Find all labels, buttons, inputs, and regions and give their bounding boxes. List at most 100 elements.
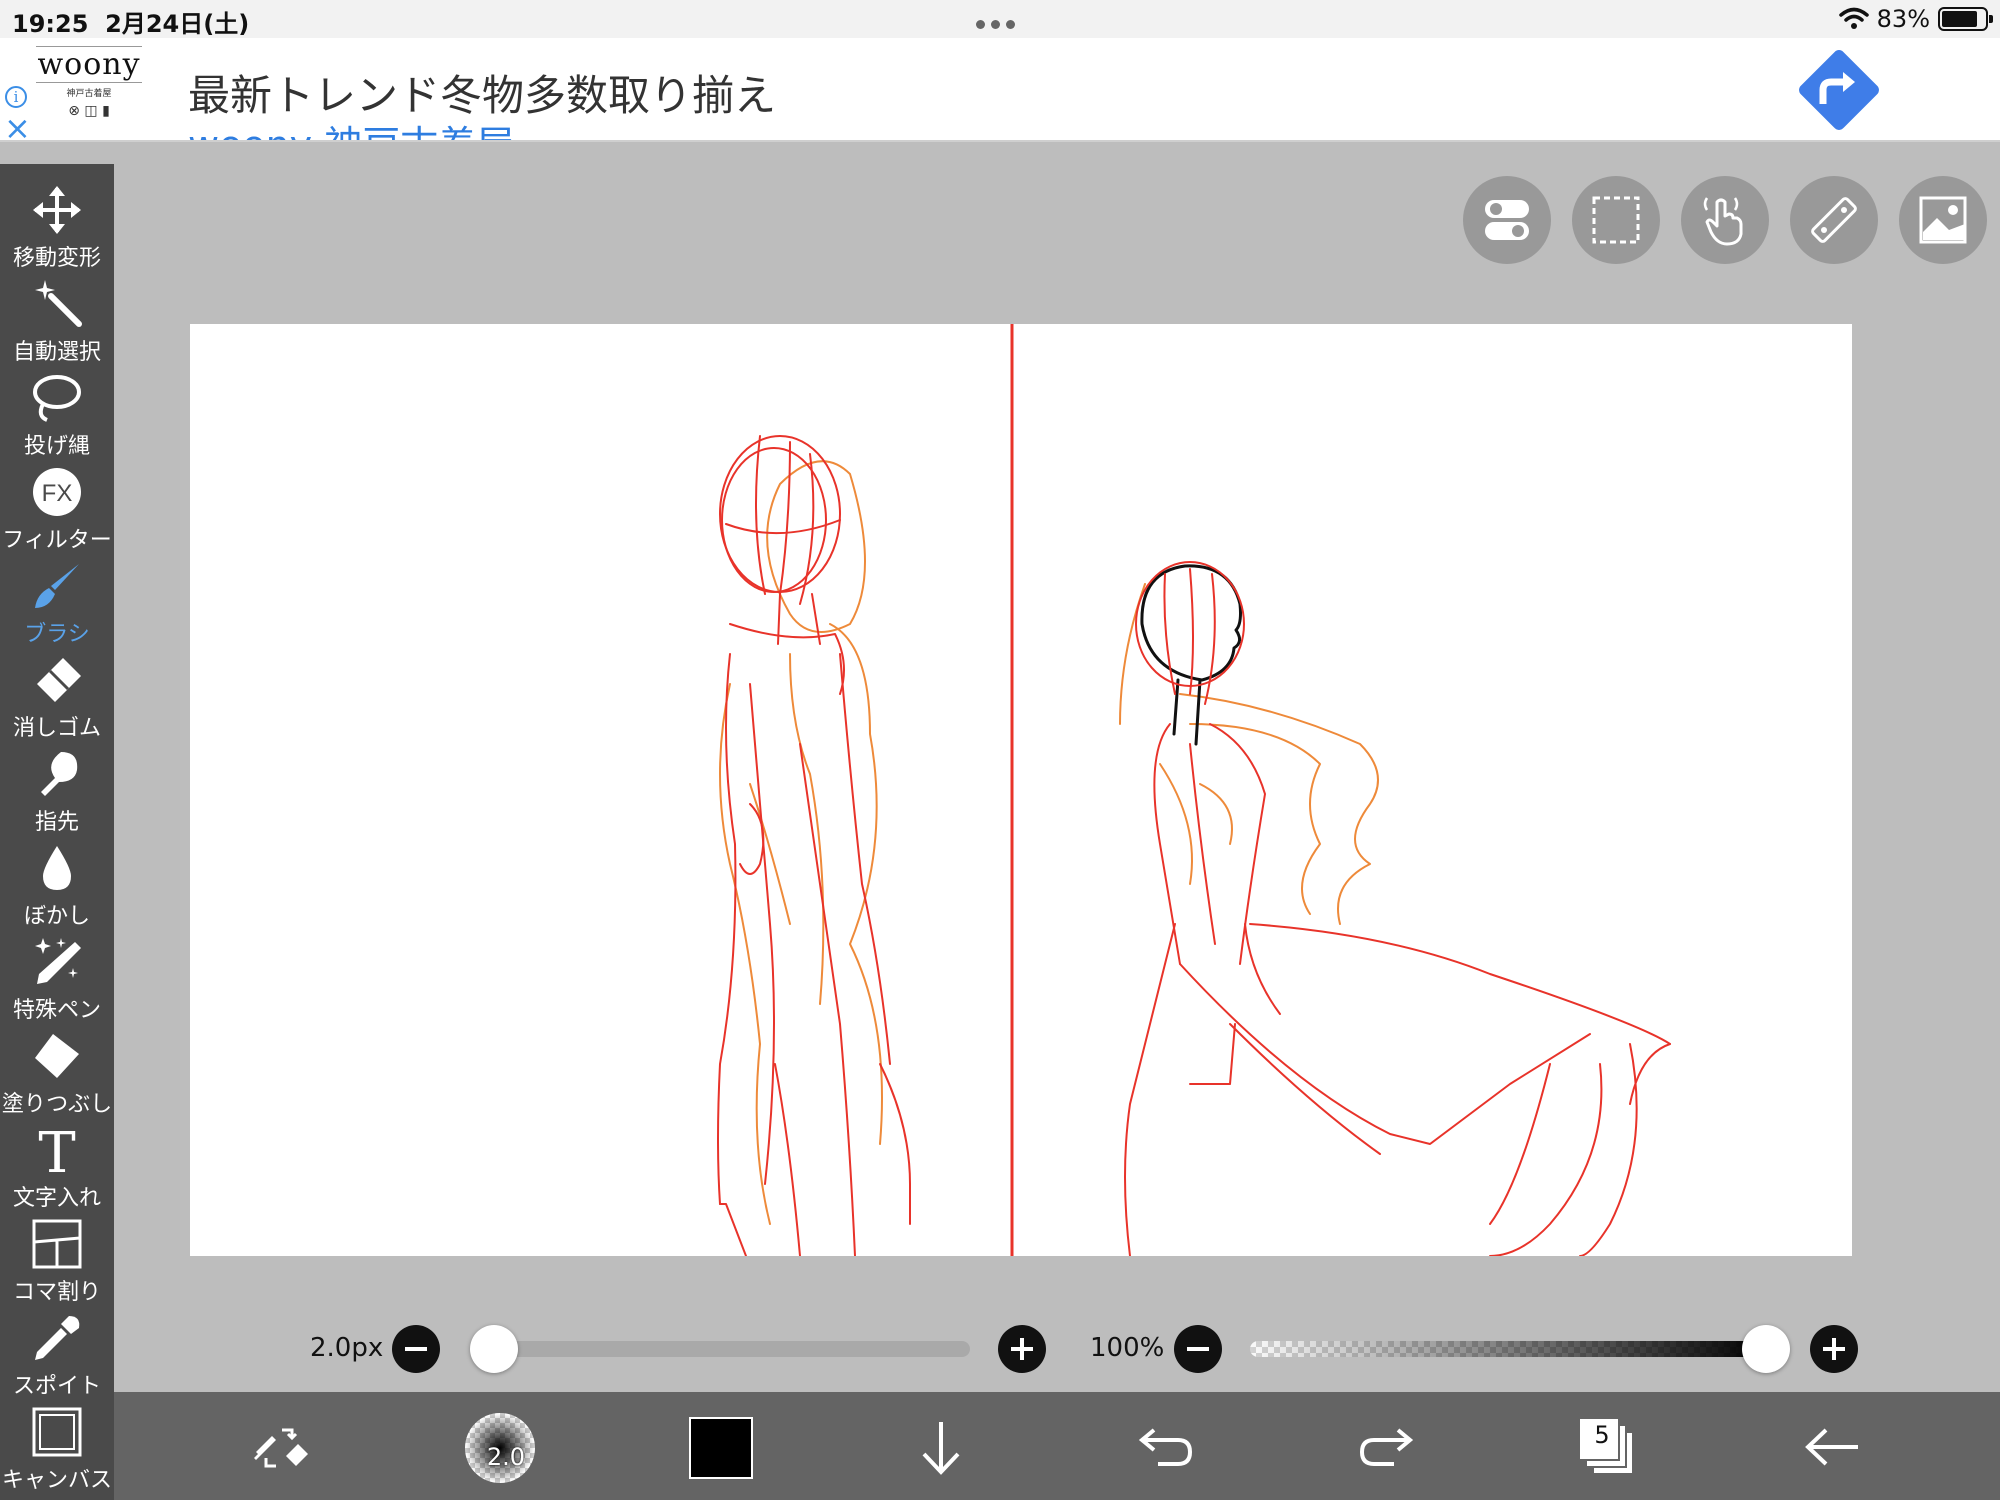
arrow-left-icon (1805, 1428, 1858, 1466)
tool-label: コマ割り (12, 1280, 101, 1305)
layer-count: 5 (1594, 1421, 1610, 1449)
brush-eraser-switch-icon (254, 1428, 308, 1468)
tool-lasso[interactable]: 投げ縄 (0, 372, 114, 466)
opacity-decrease-button[interactable] (1174, 1325, 1222, 1373)
tool-brush[interactable]: ブラシ (0, 560, 114, 654)
finger-icon (41, 752, 78, 796)
ad-info-icon[interactable]: i (5, 86, 27, 108)
ad-logo[interactable]: woony 神戸古着屋 ⊗ ◫ ▮ (36, 46, 142, 138)
brush-preview-size: 2.0 (486, 1443, 526, 1471)
arrow-down-icon (922, 1422, 960, 1475)
fx-icon: FX (33, 468, 81, 516)
opacity-slider[interactable] (1250, 1341, 1770, 1357)
ad-logo-marks: ⊗ ◫ ▮ (68, 103, 110, 119)
selection-icon (1592, 196, 1640, 244)
opacity-label: 100% (1090, 1333, 1165, 1363)
touch-icon (1703, 197, 1743, 246)
eyedropper-icon (35, 1316, 80, 1360)
ruler-icon (1811, 197, 1857, 243)
tool-finger[interactable]: 指先 (0, 748, 114, 842)
date: 2月24日(土) (105, 10, 250, 38)
brush-icon (35, 564, 79, 608)
undo-button[interactable] (1130, 1412, 1200, 1482)
toggle-button[interactable] (1463, 176, 1551, 264)
tool-label: 自動選択 (12, 340, 101, 365)
opacity-increase-button[interactable] (1810, 1325, 1858, 1373)
tool-canvas[interactable]: キャンバス (0, 1406, 114, 1500)
tool-blur[interactable]: ぼかし (0, 842, 114, 936)
tool-fill[interactable]: 塗りつぶし (0, 1030, 114, 1124)
clock: 19:25 (12, 10, 89, 38)
panels-icon (32, 1219, 82, 1269)
quick-switch-button[interactable] (246, 1412, 316, 1482)
drawing-canvas[interactable] (190, 324, 1852, 1256)
status-time: 19:25 2月24日(土) (12, 4, 249, 39)
tool-text[interactable]: T 文字入れ (0, 1124, 114, 1218)
svg-text:FX: FX (42, 480, 73, 507)
tool-label: 塗りつぶし (1, 1092, 113, 1117)
bucket-icon (35, 1034, 79, 1078)
touch-button[interactable] (1681, 176, 1769, 264)
size-increase-button[interactable] (998, 1325, 1046, 1373)
ad-subtitle[interactable]: woony 神戸古着屋 (188, 114, 514, 140)
sparkle-pen-icon (35, 938, 81, 984)
move-arrows-icon (33, 186, 81, 234)
toggle-icon (1485, 200, 1529, 240)
tool-label: キャンバス (1, 1468, 112, 1493)
material-button[interactable] (1899, 176, 1987, 264)
tool-label: 指先 (34, 810, 79, 835)
ruler-button[interactable] (1790, 176, 1878, 264)
magic-wand-icon (35, 280, 82, 327)
tool-frame-divider[interactable]: コマ割り (0, 1218, 114, 1312)
tool-label: ブラシ (24, 622, 90, 647)
tool-sidebar: 移動変形 自動選択 投げ縄 FX フィルター ブラシ 消しゴム 指先 ぼかし 特… (0, 164, 114, 1500)
svg-text:T: T (38, 1124, 75, 1176)
color-swatch[interactable] (689, 1417, 753, 1479)
eraser-icon (37, 658, 81, 702)
status-right: 83% (1838, 3, 1993, 35)
ad-go-icon[interactable] (1795, 46, 1883, 134)
ad-logo-brand: woony (36, 46, 142, 83)
material-icon (1919, 196, 1967, 244)
brush-size-slider[interactable] (494, 1341, 970, 1357)
sketch-artwork (717, 324, 1671, 1256)
tool-label: 文字入れ (12, 1186, 101, 1211)
status-bar: 19:25 2月24日(土) 83% (0, 0, 2000, 38)
redo-icon (1359, 1428, 1414, 1466)
tool-label: 特殊ペン (12, 998, 101, 1023)
tool-label: 消しゴム (12, 716, 101, 741)
multitasking-dots-icon[interactable] (976, 14, 1024, 29)
redo-button[interactable] (1352, 1412, 1422, 1482)
brush-size-label: 2.0px (310, 1333, 384, 1363)
tool-move[interactable]: 移動変形 (0, 184, 114, 278)
brush-size-thumb[interactable] (470, 1325, 518, 1373)
tool-label: 投げ縄 (23, 434, 90, 459)
tool-eraser[interactable]: 消しゴム (0, 654, 114, 748)
tool-special-pen[interactable]: 特殊ペン (0, 936, 114, 1030)
layers-button[interactable]: 5 (1578, 1417, 1638, 1479)
opacity-thumb[interactable] (1742, 1325, 1790, 1373)
size-decrease-button[interactable] (392, 1325, 440, 1373)
selection-button[interactable] (1572, 176, 1660, 264)
save-down-button[interactable] (906, 1412, 976, 1482)
tool-label: 移動変形 (12, 246, 101, 271)
battery-icon (1938, 7, 1993, 31)
tool-filter[interactable]: FX フィルター (0, 466, 114, 560)
wifi-icon (1838, 7, 1869, 29)
canvas-icon (32, 1407, 82, 1457)
bottom-bar (114, 1392, 2000, 1500)
droplet-icon (43, 846, 71, 890)
tool-label: フィルター (2, 528, 112, 553)
tool-label: スポイト (12, 1374, 101, 1399)
battery-percent: 83% (1876, 5, 1930, 33)
text-icon: T (38, 1124, 75, 1176)
ad-logo-sub: 神戸古着屋 (66, 89, 112, 99)
tool-magic-wand[interactable]: 自動選択 (0, 278, 114, 372)
brush-settings-button[interactable]: 2.0 (465, 1413, 535, 1483)
back-button[interactable] (1798, 1412, 1868, 1482)
ad-close-icon[interactable]: × (4, 112, 31, 140)
tool-label: ぼかし (23, 904, 90, 929)
tool-eyedropper[interactable]: スポイト (0, 1312, 114, 1406)
ad-banner[interactable]: i × woony 神戸古着屋 ⊗ ◫ ▮ 最新トレンド冬物多数取り揃え woo… (0, 38, 2000, 142)
undo-icon (1138, 1428, 1193, 1466)
